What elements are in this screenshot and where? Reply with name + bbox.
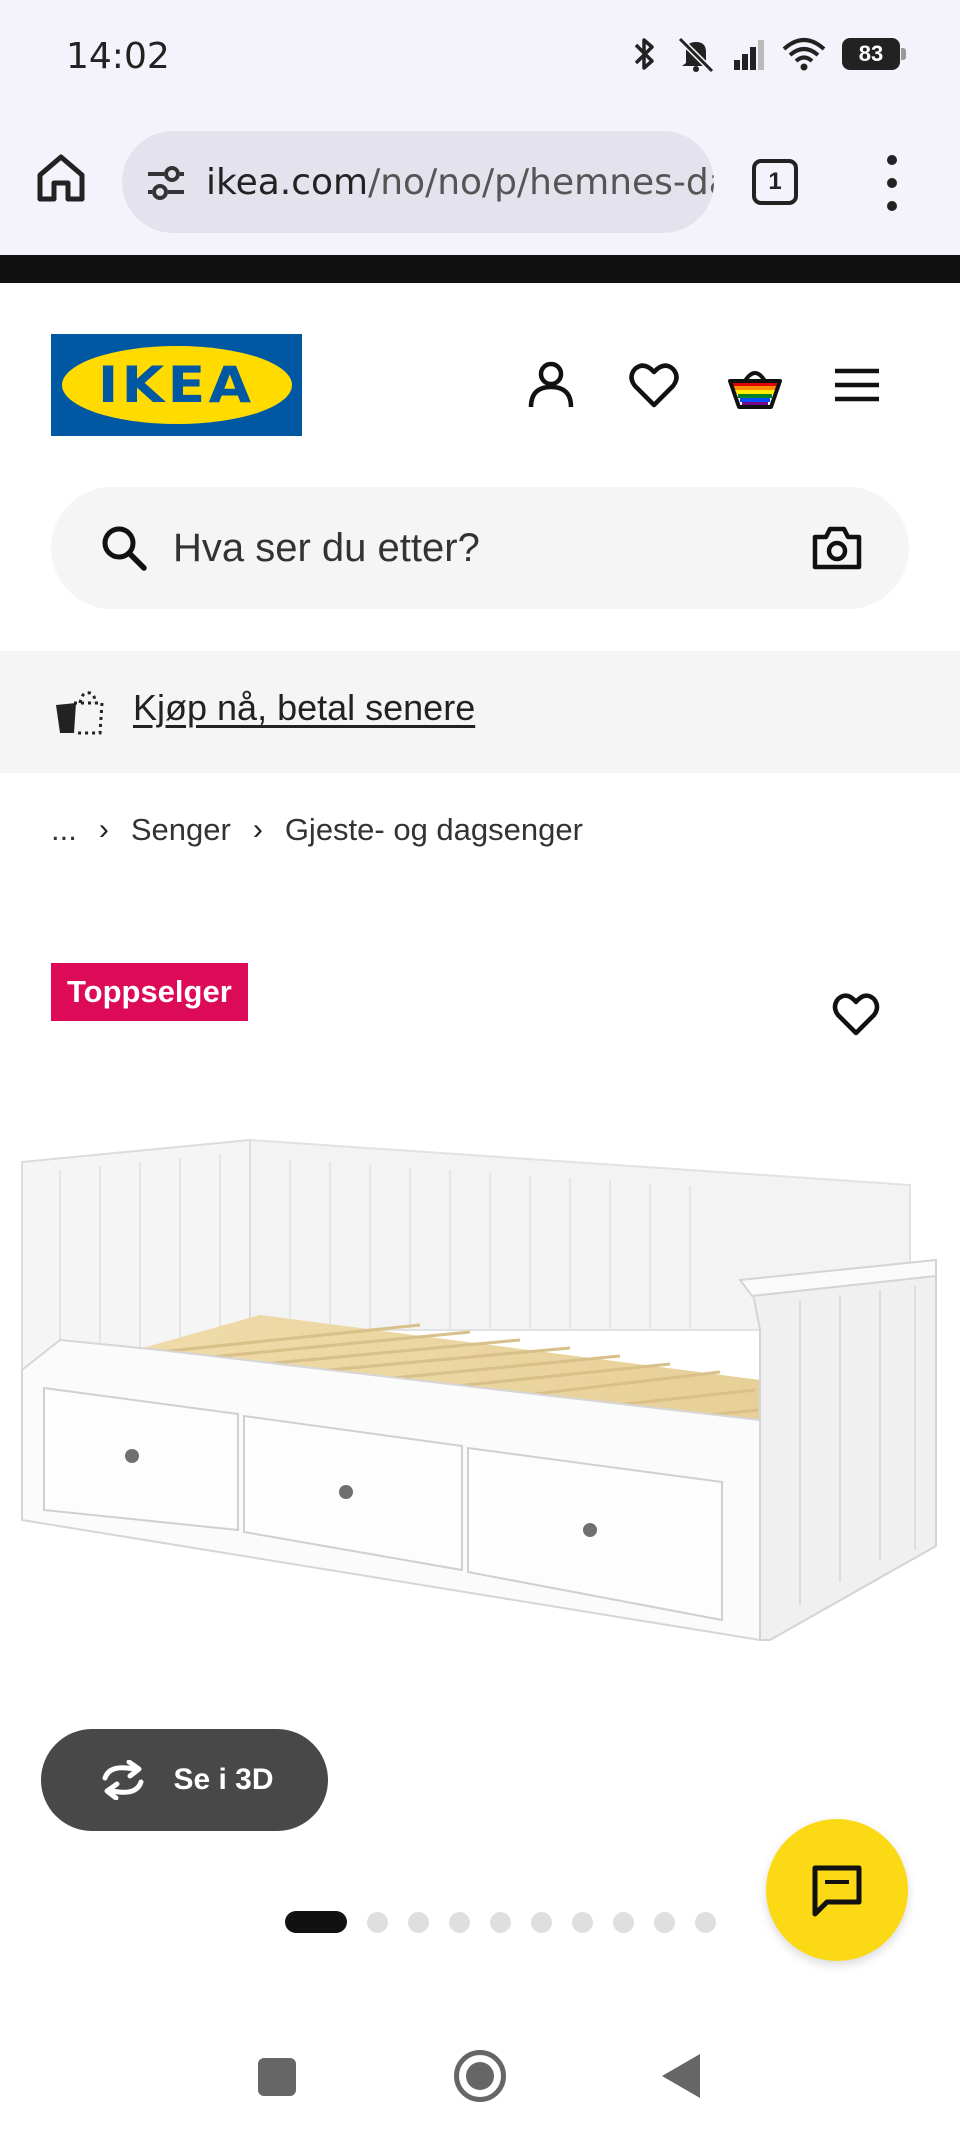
user-icon[interactable] (523, 357, 579, 413)
browser-menu-icon[interactable] (880, 155, 904, 211)
top-strip (0, 255, 960, 283)
search-input[interactable] (173, 515, 733, 581)
gallery-dot[interactable] (490, 1911, 511, 1933)
gallery-dot[interactable] (449, 1911, 470, 1933)
site-settings-icon[interactable] (142, 158, 190, 206)
breadcrumb-ellipsis[interactable]: ... (51, 812, 77, 848)
hamburger-menu-icon[interactable] (829, 357, 885, 413)
gallery-dot[interactable] (367, 1911, 388, 1933)
chat-icon (812, 1865, 862, 1917)
gallery-dot[interactable] (695, 1911, 716, 1933)
product-image[interactable] (0, 1100, 960, 1660)
favorite-heart-icon[interactable] (830, 988, 882, 1040)
breadcrumb-item-guest-beds[interactable]: Gjeste- og dagsenger (285, 812, 583, 848)
gallery-dot[interactable] (531, 1911, 552, 1933)
signal-icon (734, 40, 764, 70)
url-domain: ikea.com (206, 161, 369, 203)
gallery-dot[interactable] (613, 1911, 634, 1933)
heart-icon[interactable] (626, 357, 682, 413)
chevron-right-icon: › (252, 813, 263, 846)
ikea-logo[interactable]: IKEA (51, 334, 302, 436)
view-3d-label: Se i 3D (173, 1763, 274, 1796)
breadcrumb: ... › Senger › Gjeste- og dagsenger (51, 810, 583, 850)
wifi-icon (782, 38, 826, 71)
tab-switcher-button[interactable]: 1 (752, 159, 798, 205)
status-bar: 14:02 83 (0, 0, 960, 115)
address-bar[interactable]: ikea.com/no/no/p/hemnes-da (122, 131, 714, 233)
gallery-dot[interactable] (654, 1911, 675, 1933)
camera-icon[interactable] (811, 523, 863, 573)
battery-level: 83 (858, 41, 884, 66)
status-time: 14:02 (66, 36, 170, 77)
url-text: ikea.com/no/no/p/hemnes-da (206, 162, 714, 203)
gallery-dot-active[interactable] (285, 1911, 347, 1933)
android-nav-bar (0, 2020, 960, 2134)
nav-home-icon[interactable] (454, 2050, 506, 2102)
pay-later-link[interactable]: Kjøp nå, betal senere (133, 687, 475, 729)
rotate-3d-icon (102, 1760, 144, 1800)
view-3d-button[interactable]: Se i 3D (41, 1729, 328, 1831)
gallery-pagination (285, 1911, 716, 1933)
chevron-right-icon: › (98, 813, 109, 846)
search-box (51, 487, 909, 609)
recents-icon[interactable] (258, 2058, 296, 2096)
url-path: /no/no/p/hemnes-da (368, 161, 714, 203)
gallery-dot[interactable] (408, 1911, 429, 1933)
search-icon[interactable] (99, 523, 149, 573)
chat-button[interactable] (766, 1819, 908, 1961)
logo-text: IKEA (98, 356, 255, 414)
basket-icon[interactable] (727, 357, 783, 413)
shopping-bag-icon (56, 691, 104, 735)
tab-count: 1 (768, 168, 782, 195)
status-icons: 83 (630, 34, 906, 74)
bestseller-badge: Toppselger (51, 963, 248, 1021)
logo-oval: IKEA (61, 346, 292, 424)
browser-toolbar: ikea.com/no/no/p/hemnes-da 1 (0, 115, 960, 255)
gallery-dot[interactable] (572, 1911, 593, 1933)
pay-later-banner: Kjøp nå, betal senere (0, 651, 960, 773)
bluetooth-icon (634, 38, 654, 70)
back-icon[interactable] (662, 2054, 700, 2098)
breadcrumb-item-senger[interactable]: Senger (131, 812, 231, 848)
home-icon[interactable] (34, 151, 88, 205)
battery-icon: 83 (842, 38, 906, 70)
silent-icon (677, 36, 715, 73)
